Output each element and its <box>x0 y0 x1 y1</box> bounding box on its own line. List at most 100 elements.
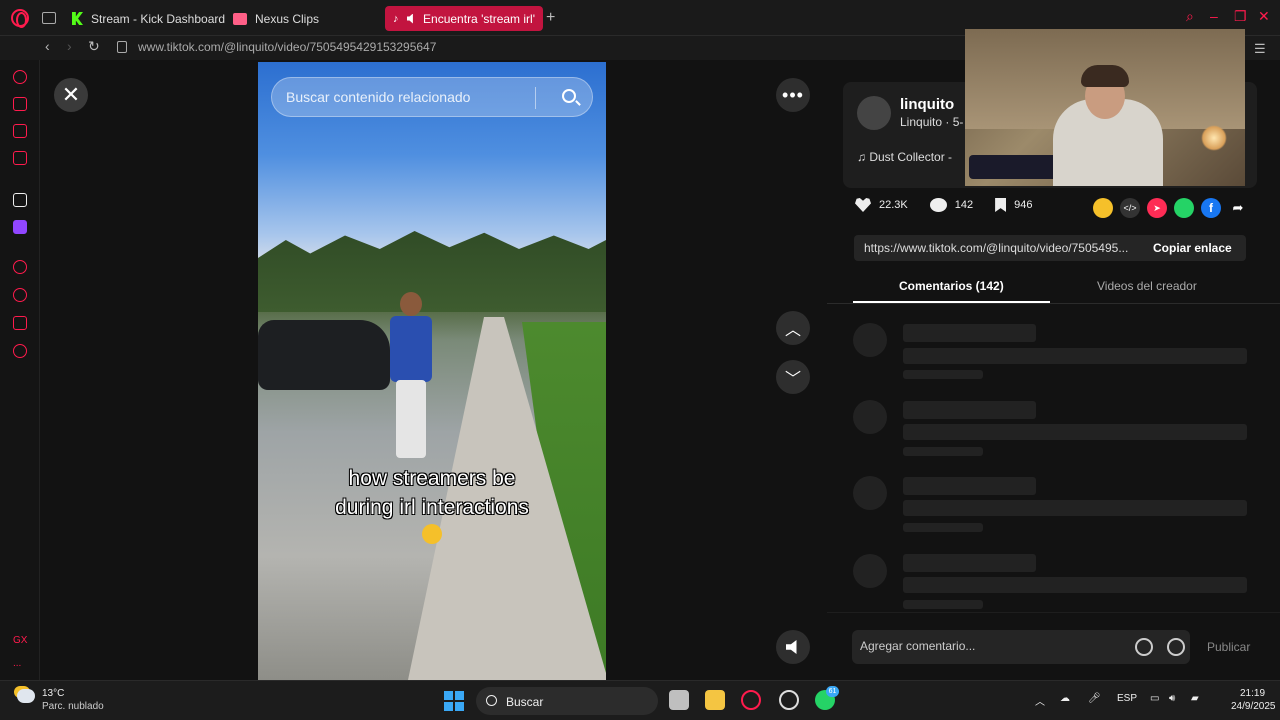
share-arrow-icon[interactable]: ➦ <box>1228 198 1248 218</box>
speaker-icon <box>786 640 797 654</box>
related-search-input[interactable]: Buscar contenido relacionado <box>271 77 593 117</box>
sidebar: GX ... <box>0 60 40 680</box>
audio-playing-icon[interactable] <box>406 13 413 24</box>
panel-tabs: Comentarios (142) Videos del creador <box>827 272 1280 304</box>
author-username[interactable]: linquito <box>900 96 954 113</box>
whatsapp-icon[interactable] <box>1174 198 1194 218</box>
lock-icon[interactable] <box>117 41 127 53</box>
microphone-icon[interactable]: 🎤︎ <box>1088 693 1101 704</box>
language-indicator[interactable]: ESP <box>1117 693 1137 704</box>
news-icon[interactable] <box>13 124 27 138</box>
onedrive-icon[interactable]: ☁ <box>1060 693 1070 704</box>
back-button[interactable]: ‹ <box>45 38 50 54</box>
player-icon[interactable] <box>13 260 27 274</box>
gx-corner-icon[interactable] <box>13 97 27 111</box>
comment-button[interactable]: 142 <box>929 198 973 212</box>
search-tabs-icon[interactable]: ⌕ <box>1186 8 1194 25</box>
messenger-icon[interactable] <box>13 151 27 165</box>
like-count: 22.3K <box>879 199 908 211</box>
file-explorer-icon[interactable] <box>705 690 725 710</box>
clock-date[interactable]: 24/9/2025 <box>1231 701 1276 712</box>
taskbar: 13°C Parc. nublado Buscar 61 ︿ ☁ 🎤︎ ESP … <box>0 680 1280 720</box>
tab-label: Nexus Clips <box>255 11 320 26</box>
twitch-icon[interactable] <box>13 220 27 234</box>
tab-nexus-clips[interactable]: Nexus Clips <box>225 6 327 31</box>
facebook-icon[interactable]: f <box>1201 198 1221 218</box>
settings-icon[interactable] <box>13 344 27 358</box>
publish-button[interactable]: Publicar <box>1207 640 1250 654</box>
taskbar-search[interactable]: Buscar <box>476 687 658 715</box>
easy-setup-icon[interactable]: ☰ <box>1254 41 1266 57</box>
weather-icon[interactable] <box>17 689 35 703</box>
search-icon[interactable] <box>562 89 576 103</box>
previous-video-button[interactable]: ︿ <box>776 311 810 345</box>
extensions-icon[interactable] <box>13 316 27 330</box>
video-frame-person <box>382 292 440 462</box>
nexus-icon <box>233 12 247 25</box>
webcam-overlay <box>965 29 1245 186</box>
history-icon[interactable] <box>13 288 27 302</box>
url-field[interactable]: www.tiktok.com/@linquito/video/750549542… <box>138 40 436 54</box>
crying-emoji-icon <box>422 524 442 544</box>
share-url[interactable]: https://www.tiktok.com/@linquito/video/7… <box>864 241 1128 255</box>
friends-share-icon[interactable] <box>1093 198 1113 218</box>
tab-island-icon[interactable] <box>42 12 56 24</box>
weather-temp[interactable]: 13°C <box>42 688 64 699</box>
show-hidden-icons[interactable]: ︿ <box>1035 693 1045 708</box>
emoji-icon[interactable] <box>1167 638 1185 656</box>
send-icon[interactable]: ➤ <box>1147 198 1167 218</box>
lamp <box>1201 125 1227 151</box>
save-button[interactable]: 946 <box>995 198 1032 212</box>
reload-button[interactable]: ↻ <box>88 38 100 55</box>
volume-button[interactable] <box>776 630 810 664</box>
volume-tray-icon[interactable]: 🔊︎ <box>1169 693 1175 704</box>
video-frame-car <box>258 320 390 390</box>
weather-desc[interactable]: Parc. nublado <box>42 701 104 712</box>
streamer-hair <box>1081 65 1129 87</box>
stats-row: 22.3K 142 946 <box>855 198 1054 212</box>
speed-dial-icon[interactable] <box>13 70 27 84</box>
next-video-button[interactable]: ﹀ <box>776 360 810 394</box>
like-button[interactable]: 22.3K <box>855 198 908 212</box>
tab-kick-dashboard[interactable]: Stream - Kick Dashboard <box>64 6 233 31</box>
skeleton-avatar <box>853 476 887 510</box>
comment-input[interactable]: Agregar comentario... <box>852 630 1190 664</box>
heart-icon <box>855 198 871 212</box>
mention-icon[interactable] <box>1135 638 1153 656</box>
gx-label[interactable]: GX <box>13 635 27 646</box>
start-button[interactable] <box>444 691 464 711</box>
task-view-icon[interactable] <box>669 690 689 710</box>
copy-link-button[interactable]: Copiar enlace <box>1153 241 1232 255</box>
more-options-button[interactable]: ••• <box>776 78 810 112</box>
more-icon[interactable]: ... <box>13 658 21 669</box>
close-video-button[interactable]: ✕ <box>54 78 88 112</box>
minimize-button[interactable]: – <box>1210 8 1218 24</box>
tab-tiktok-search[interactable]: ♪ Encuentra 'stream irl' <box>385 6 543 31</box>
close-window-button[interactable]: ✕ <box>1258 8 1270 25</box>
opera-gx-taskbar-icon[interactable] <box>741 690 761 710</box>
bookmark-icon <box>995 198 1007 212</box>
kick-sidebar-icon[interactable] <box>13 193 27 207</box>
music-link[interactable]: ♫ Dust Collector - <box>857 150 952 164</box>
taskbar-search-label: Buscar <box>506 695 544 709</box>
obs-icon[interactable] <box>779 690 799 710</box>
opera-logo-icon[interactable] <box>11 9 29 28</box>
tab-creator-videos[interactable]: Videos del creador <box>1097 279 1197 293</box>
battery-icon[interactable]: ▰ <box>1191 693 1199 704</box>
clock-time[interactable]: 21:19 <box>1240 688 1265 699</box>
music-note-icon: ♫ <box>857 150 866 164</box>
search-placeholder: Buscar contenido relacionado <box>286 89 471 105</box>
author-subline: Linquito · 5- <box>900 115 964 129</box>
embed-icon[interactable]: </> <box>1120 198 1140 218</box>
active-tab-indicator <box>853 301 1050 303</box>
tab-comments[interactable]: Comentarios (142) <box>899 279 1004 293</box>
avatar[interactable] <box>857 96 891 130</box>
comment-placeholder: Agregar comentario... <box>860 639 976 653</box>
forward-button[interactable]: › <box>67 38 72 54</box>
network-icon[interactable]: ▭ <box>1150 693 1159 704</box>
music-title: Dust Collector - <box>869 150 953 164</box>
video-player[interactable]: Buscar contenido relacionado how streame… <box>258 62 606 680</box>
new-tab-button[interactable]: + <box>546 9 555 27</box>
skeleton-avatar <box>853 400 887 434</box>
maximize-button[interactable]: ❐ <box>1234 8 1247 25</box>
